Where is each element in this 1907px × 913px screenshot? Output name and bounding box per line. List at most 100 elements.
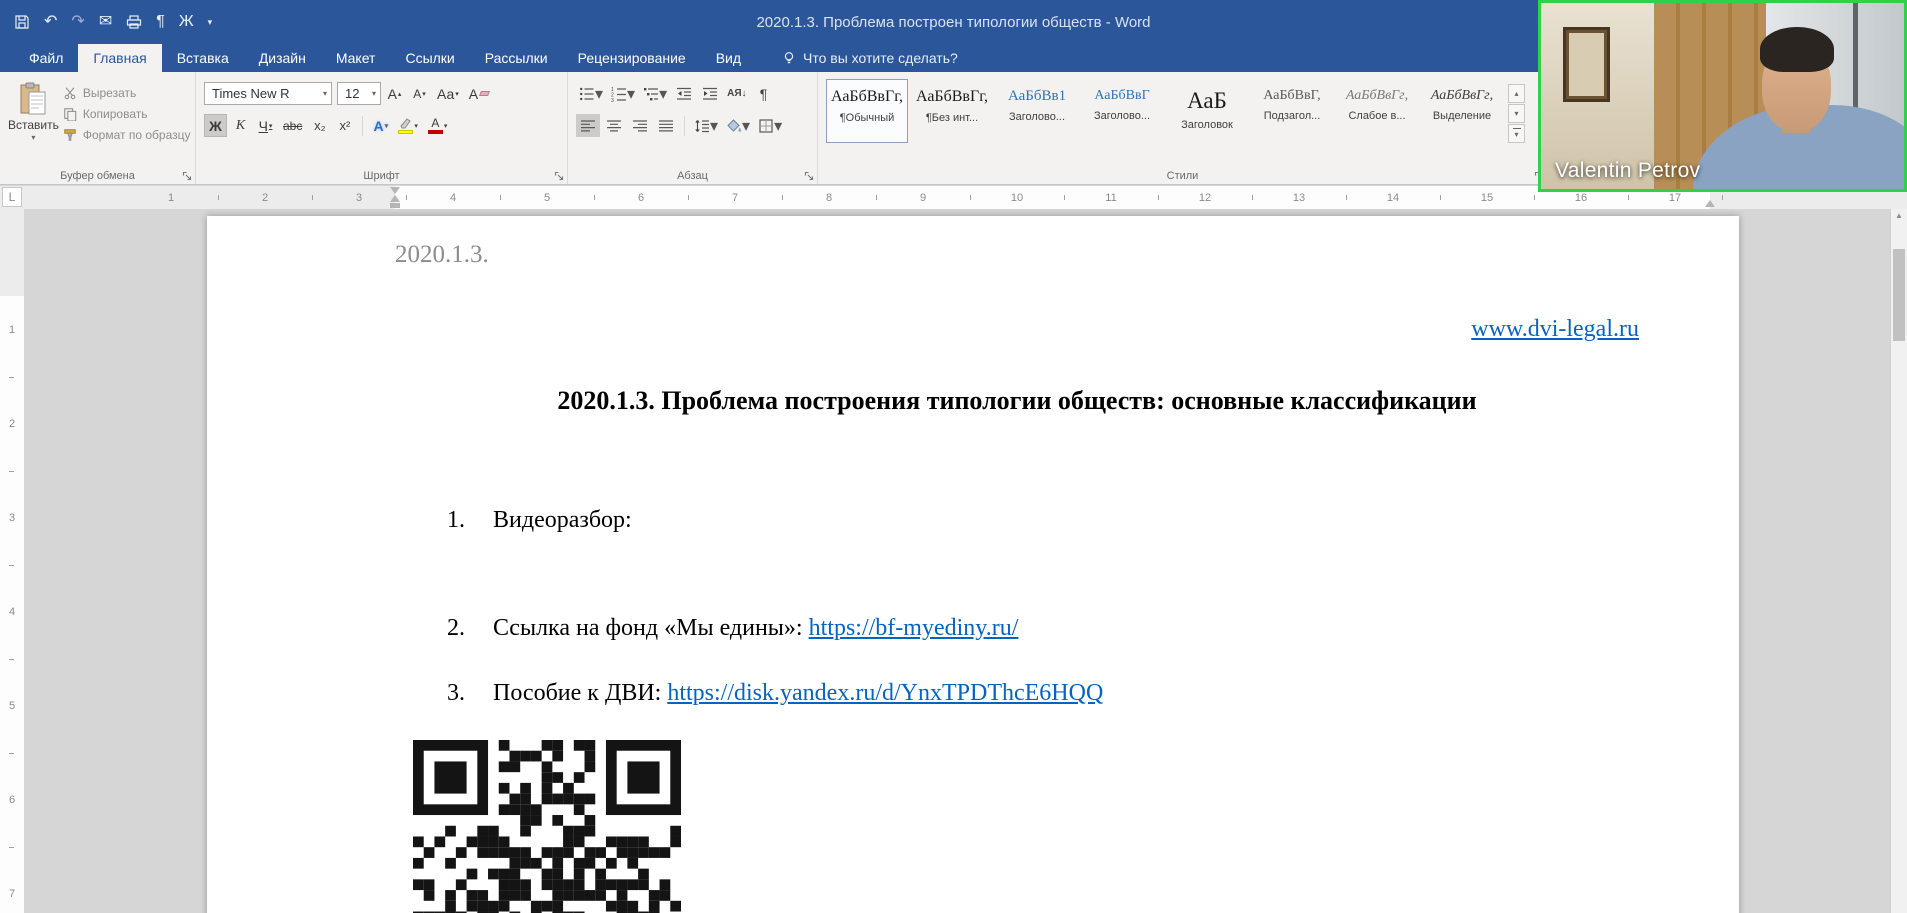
email-icon[interactable]: ✉ <box>99 14 112 30</box>
bold-button[interactable]: Ж <box>204 114 227 137</box>
align-center-button[interactable] <box>602 114 626 137</box>
right-indent-marker[interactable] <box>1705 200 1715 207</box>
ruler-number: 12 <box>1198 191 1212 204</box>
site-hyperlink[interactable]: www.dvi-legal.ru <box>1471 316 1639 342</box>
show-formatting-marks-button[interactable]: ¶ <box>752 82 776 105</box>
list-hyperlink[interactable]: https://disk.yandex.ru/d/YnxTPDThcE6HQQ <box>667 680 1103 706</box>
style-heading2[interactable]: АаБбВвГ Заголово... <box>1081 79 1163 143</box>
change-case-letters: Аа <box>437 85 455 102</box>
customize-qat-arrow-icon[interactable]: ▾ <box>208 17 213 27</box>
font-family-combobox[interactable]: Times New R ▾ <box>204 82 332 105</box>
gallery-scroll-up-button[interactable]: ▴ <box>1508 84 1525 103</box>
strikethrough-button[interactable]: abc <box>279 114 306 137</box>
cut-button[interactable]: Вырезать <box>63 86 191 100</box>
multilevel-list-button[interactable]: ▾ <box>640 82 670 105</box>
text-effects-button[interactable]: А ▾ <box>369 114 392 137</box>
change-case-dropdown-icon: ▾ <box>455 90 459 98</box>
font-size-value: 12 <box>345 86 360 101</box>
cut-label: Вырезать <box>82 86 137 100</box>
tab-design[interactable]: Дизайн <box>244 44 321 72</box>
redo-icon[interactable]: ↷ <box>71 14 84 30</box>
paste-clipboard-icon <box>18 82 48 116</box>
gallery-more-button[interactable]: ▾ <box>1508 124 1525 143</box>
style-no-spacing[interactable]: АаБбВвГг, ¶Без инт... <box>911 79 993 143</box>
tab-layout[interactable]: Макет <box>321 44 391 72</box>
first-line-indent-marker[interactable] <box>390 187 400 194</box>
style-subtle-emphasis[interactable]: АаБбВвГг, Слабое в... <box>1336 79 1418 143</box>
superscript-button[interactable]: x² <box>333 114 356 137</box>
clear-formatting-button[interactable]: А <box>465 82 493 105</box>
paste-button[interactable]: Вставить ▾ <box>8 82 59 168</box>
tab-references[interactable]: Ссылки <box>390 44 469 72</box>
pilcrow-qat-icon[interactable]: ¶ <box>156 14 165 30</box>
font-size-combobox[interactable]: 12 ▾ <box>337 82 381 105</box>
font-color-button[interactable]: А ▾ <box>424 114 452 137</box>
save-icon[interactable] <box>14 14 30 30</box>
divider <box>684 115 685 136</box>
left-indent-marker[interactable] <box>390 195 400 202</box>
tell-me-box[interactable]: Что вы хотите сделать? <box>782 44 958 72</box>
tab-home[interactable]: Главная <box>78 44 162 72</box>
left-indent-box-marker[interactable] <box>390 203 400 208</box>
shrink-font-button[interactable]: А ▾ <box>408 82 431 105</box>
borders-button[interactable]: ▾ <box>755 114 785 137</box>
numbered-list-button[interactable]: 123 ▾ <box>608 82 638 105</box>
list-hyperlink[interactable]: https://bf-myediny.ru/ <box>809 615 1019 641</box>
style-emphasis[interactable]: АаБбВвГг, Выделение <box>1421 79 1503 143</box>
ruler-number: 9 <box>919 191 927 204</box>
shading-button[interactable]: ▾ <box>723 114 753 137</box>
tab-file[interactable]: Файл <box>14 44 78 72</box>
shrink-font-letter: А <box>413 86 422 101</box>
italic-button[interactable]: К <box>229 114 252 137</box>
change-case-button[interactable]: Аа ▾ <box>433 82 463 105</box>
align-right-button[interactable] <box>628 114 652 137</box>
style-label: Подзагол... <box>1263 110 1321 122</box>
vertical-scrollbar[interactable]: ▲ <box>1890 209 1907 913</box>
borders-dropdown-icon: ▾ <box>774 117 783 135</box>
line-spacing-dropdown-icon: ▾ <box>710 117 719 135</box>
style-subtitle[interactable]: АаБбВвГ, Подзагол... <box>1251 79 1333 143</box>
underline-button[interactable]: Ч ▾ <box>254 114 277 137</box>
text-highlight-button[interactable]: ▾ <box>394 114 422 137</box>
subscript-button[interactable]: x₂ <box>308 114 331 137</box>
tab-review[interactable]: Рецензирование <box>563 44 701 72</box>
print-icon[interactable] <box>126 15 142 29</box>
eraser-icon <box>479 91 491 96</box>
font-color-letter: А <box>431 116 440 130</box>
scrollbar-thumb[interactable] <box>1893 249 1905 341</box>
decrease-indent-button[interactable] <box>672 82 696 105</box>
tab-insert[interactable]: Вставка <box>162 44 244 72</box>
bold-qat-icon[interactable]: Ж <box>179 14 194 30</box>
tab-view[interactable]: Вид <box>701 44 756 72</box>
style-heading1[interactable]: АаБбВв1 Заголово... <box>996 79 1078 143</box>
style-normal[interactable]: АаБбВвГг, ¶Обычный <box>826 79 908 143</box>
copy-button[interactable]: Копировать <box>63 107 191 121</box>
sort-button[interactable]: АЯ↓ <box>724 82 749 105</box>
page-header-text: 2020.1.3. <box>395 241 489 268</box>
clipboard-dialog-launcher-icon[interactable] <box>182 171 192 181</box>
clear-formatting-letter: А <box>468 85 479 102</box>
format-painter-button[interactable]: Формат по образцу <box>63 128 190 142</box>
bullet-list-button[interactable]: ▾ <box>576 82 606 105</box>
ruler-number: 4 <box>449 191 457 204</box>
line-spacing-button[interactable]: ▾ <box>691 114 721 137</box>
scissors-icon <box>63 86 77 100</box>
ruler-number: 5 <box>543 191 551 204</box>
document-page[interactable]: 2020.1.3. www.dvi-legal.ru 2020.1.3. Про… <box>207 216 1739 913</box>
justify-button[interactable] <box>654 114 678 137</box>
style-label: Слабое в... <box>1348 110 1406 122</box>
grow-font-button[interactable]: А ▴ <box>383 82 406 105</box>
font-dialog-launcher-icon[interactable] <box>554 171 564 181</box>
style-title[interactable]: АаБ Заголовок <box>1166 79 1248 143</box>
presenter-hair <box>1759 27 1835 72</box>
tab-stop-selector[interactable]: L <box>2 187 22 207</box>
ruler-number: 2 <box>261 191 269 204</box>
gallery-scroll-down-button[interactable]: ▾ <box>1508 104 1525 123</box>
undo-icon[interactable]: ↶ <box>44 14 57 30</box>
increase-indent-button[interactable] <box>698 82 722 105</box>
scroll-up-arrow-icon[interactable]: ▲ <box>1891 211 1907 220</box>
tab-mailings[interactable]: Рассылки <box>470 44 563 72</box>
ruler-tick <box>876 195 877 200</box>
align-left-button[interactable] <box>576 114 600 137</box>
paragraph-dialog-launcher-icon[interactable] <box>804 171 814 181</box>
